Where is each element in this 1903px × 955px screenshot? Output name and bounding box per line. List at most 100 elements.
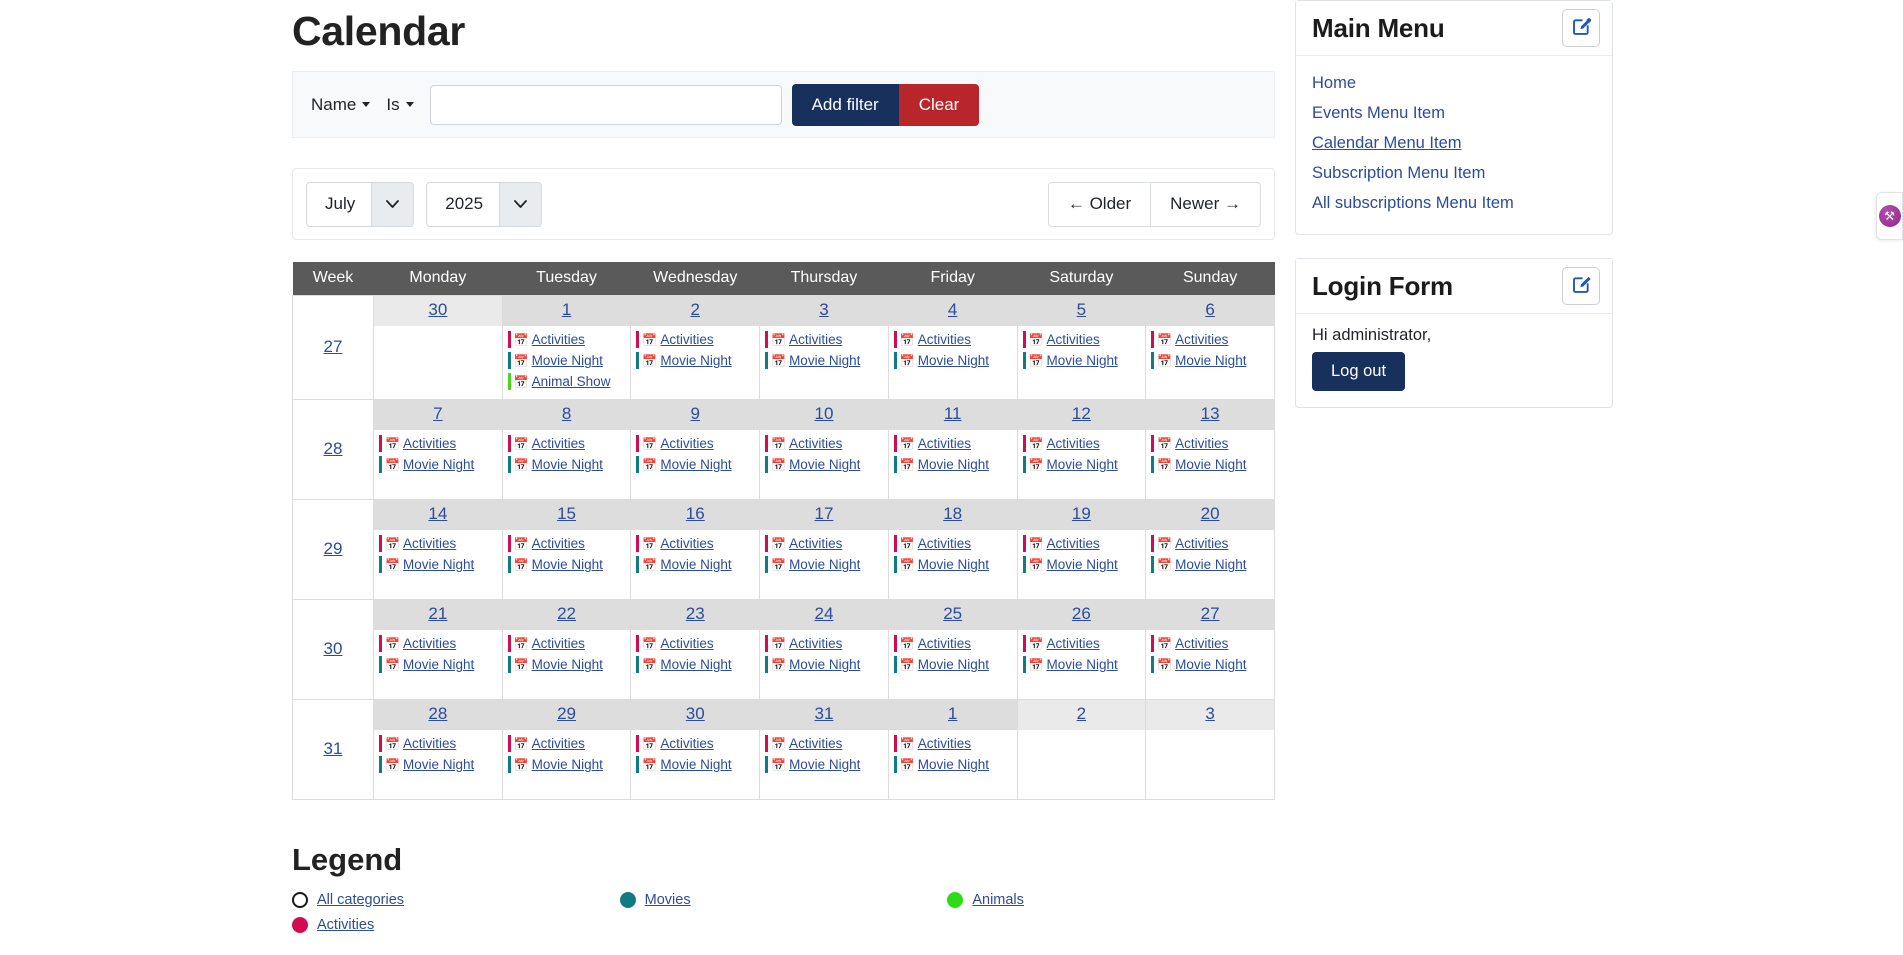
event-link[interactable]: Activities: [532, 736, 585, 751]
day-number-link[interactable]: 18: [943, 504, 962, 523]
event-link[interactable]: Activities: [660, 536, 713, 551]
event-link[interactable]: Movie Night: [789, 557, 860, 572]
accessibility-widget-button[interactable]: ⚒: [1876, 192, 1903, 240]
day-number-link[interactable]: 8: [562, 404, 571, 423]
event-link[interactable]: Movie Night: [532, 657, 603, 672]
event-link[interactable]: Activities: [918, 636, 971, 651]
day-number-link[interactable]: 22: [557, 604, 576, 623]
week-number-link[interactable]: 31: [324, 739, 343, 758]
event-link[interactable]: Activities: [918, 332, 971, 347]
event-link[interactable]: Movie Night: [660, 557, 731, 572]
day-number-link[interactable]: 31: [815, 704, 834, 723]
day-number-link[interactable]: 7: [433, 404, 442, 423]
event-link[interactable]: Movie Night: [403, 557, 474, 572]
day-number-link[interactable]: 10: [815, 404, 834, 423]
legend-link[interactable]: Movies: [645, 892, 691, 908]
sidebar-menu-link[interactable]: Calendar Menu Item: [1312, 134, 1462, 152]
month-select[interactable]: July: [306, 181, 415, 227]
event-link[interactable]: Movie Night: [789, 457, 860, 472]
event-link[interactable]: Activities: [403, 736, 456, 751]
event-link[interactable]: Activities: [403, 536, 456, 551]
event-link[interactable]: Activities: [789, 332, 842, 347]
event-link[interactable]: Movie Night: [1046, 657, 1117, 672]
event-link[interactable]: Movie Night: [789, 657, 860, 672]
day-number-link[interactable]: 25: [943, 604, 962, 623]
day-number-link[interactable]: 3: [819, 300, 828, 319]
event-link[interactable]: Movie Night: [1175, 657, 1246, 672]
event-link[interactable]: Activities: [1175, 332, 1228, 347]
event-link[interactable]: Movie Night: [532, 757, 603, 772]
day-number-link[interactable]: 1: [562, 300, 571, 319]
day-number-link[interactable]: 23: [686, 604, 705, 623]
legend-link[interactable]: Activities: [317, 917, 374, 933]
day-number-link[interactable]: 28: [428, 704, 447, 723]
day-number-link[interactable]: 5: [1077, 300, 1086, 319]
event-link[interactable]: Movie Night: [918, 657, 989, 672]
event-link[interactable]: Movie Night: [532, 457, 603, 472]
day-number-link[interactable]: 14: [428, 504, 447, 523]
logout-button[interactable]: Log out: [1312, 352, 1406, 391]
day-number-link[interactable]: 30: [428, 300, 447, 319]
week-number-link[interactable]: 30: [324, 639, 343, 658]
sidebar-menu-item[interactable]: Events Menu Item: [1312, 98, 1596, 128]
filter-operator-dropdown[interactable]: Is: [386, 95, 414, 115]
event-link[interactable]: Activities: [1046, 332, 1099, 347]
event-link[interactable]: Movie Night: [532, 353, 603, 368]
clear-filter-button[interactable]: Clear: [898, 83, 980, 126]
sidebar-menu-link[interactable]: Events Menu Item: [1312, 104, 1445, 122]
event-link[interactable]: Activities: [918, 736, 971, 751]
event-link[interactable]: Activities: [1175, 636, 1228, 651]
filter-value-input[interactable]: [429, 84, 782, 125]
event-link[interactable]: Activities: [1175, 536, 1228, 551]
event-link[interactable]: Activities: [660, 332, 713, 347]
day-number-link[interactable]: 15: [557, 504, 576, 523]
sidebar-menu-item[interactable]: Subscription Menu Item: [1312, 158, 1596, 188]
week-number-link[interactable]: 27: [324, 337, 343, 356]
sidebar-menu-link[interactable]: All subscriptions Menu Item: [1312, 194, 1514, 212]
event-link[interactable]: Movie Night: [918, 757, 989, 772]
event-link[interactable]: Activities: [660, 736, 713, 751]
event-link[interactable]: Activities: [789, 636, 842, 651]
day-number-link[interactable]: 4: [948, 300, 957, 319]
event-link[interactable]: Movie Night: [789, 757, 860, 772]
sidebar-menu-item[interactable]: Home: [1312, 68, 1596, 98]
event-link[interactable]: Activities: [1175, 436, 1228, 451]
day-number-link[interactable]: 3: [1205, 704, 1214, 723]
year-select[interactable]: 2025: [426, 181, 543, 227]
day-number-link[interactable]: 12: [1072, 404, 1091, 423]
event-link[interactable]: Activities: [403, 436, 456, 451]
event-link[interactable]: Movie Night: [403, 757, 474, 772]
event-link[interactable]: Activities: [403, 636, 456, 651]
event-link[interactable]: Movie Night: [1046, 457, 1117, 472]
event-link[interactable]: Movie Night: [660, 657, 731, 672]
day-number-link[interactable]: 19: [1072, 504, 1091, 523]
event-link[interactable]: Activities: [532, 536, 585, 551]
day-number-link[interactable]: 2: [1077, 704, 1086, 723]
event-link[interactable]: Movie Night: [1046, 353, 1117, 368]
event-link[interactable]: Movie Night: [532, 557, 603, 572]
event-link[interactable]: Activities: [1046, 636, 1099, 651]
week-number-link[interactable]: 28: [324, 439, 343, 458]
event-link[interactable]: Movie Night: [918, 353, 989, 368]
day-number-link[interactable]: 9: [691, 404, 700, 423]
event-link[interactable]: Activities: [918, 536, 971, 551]
event-link[interactable]: Activities: [1046, 536, 1099, 551]
day-number-link[interactable]: 6: [1205, 300, 1214, 319]
day-number-link[interactable]: 16: [686, 504, 705, 523]
sidebar-menu-item[interactable]: All subscriptions Menu Item: [1312, 188, 1596, 218]
event-link[interactable]: Movie Night: [403, 457, 474, 472]
day-number-link[interactable]: 29: [557, 704, 576, 723]
event-link[interactable]: Animal Show: [532, 374, 611, 389]
day-number-link[interactable]: 27: [1201, 604, 1220, 623]
event-link[interactable]: Movie Night: [1175, 457, 1246, 472]
event-link[interactable]: Movie Night: [1175, 353, 1246, 368]
legend-link[interactable]: All categories: [317, 892, 404, 908]
event-link[interactable]: Activities: [532, 436, 585, 451]
sidebar-menu-link[interactable]: Subscription Menu Item: [1312, 164, 1485, 182]
event-link[interactable]: Activities: [532, 332, 585, 347]
day-number-link[interactable]: 2: [691, 300, 700, 319]
event-link[interactable]: Movie Night: [918, 457, 989, 472]
day-number-link[interactable]: 30: [686, 704, 705, 723]
day-number-link[interactable]: 24: [815, 604, 834, 623]
event-link[interactable]: Activities: [789, 536, 842, 551]
